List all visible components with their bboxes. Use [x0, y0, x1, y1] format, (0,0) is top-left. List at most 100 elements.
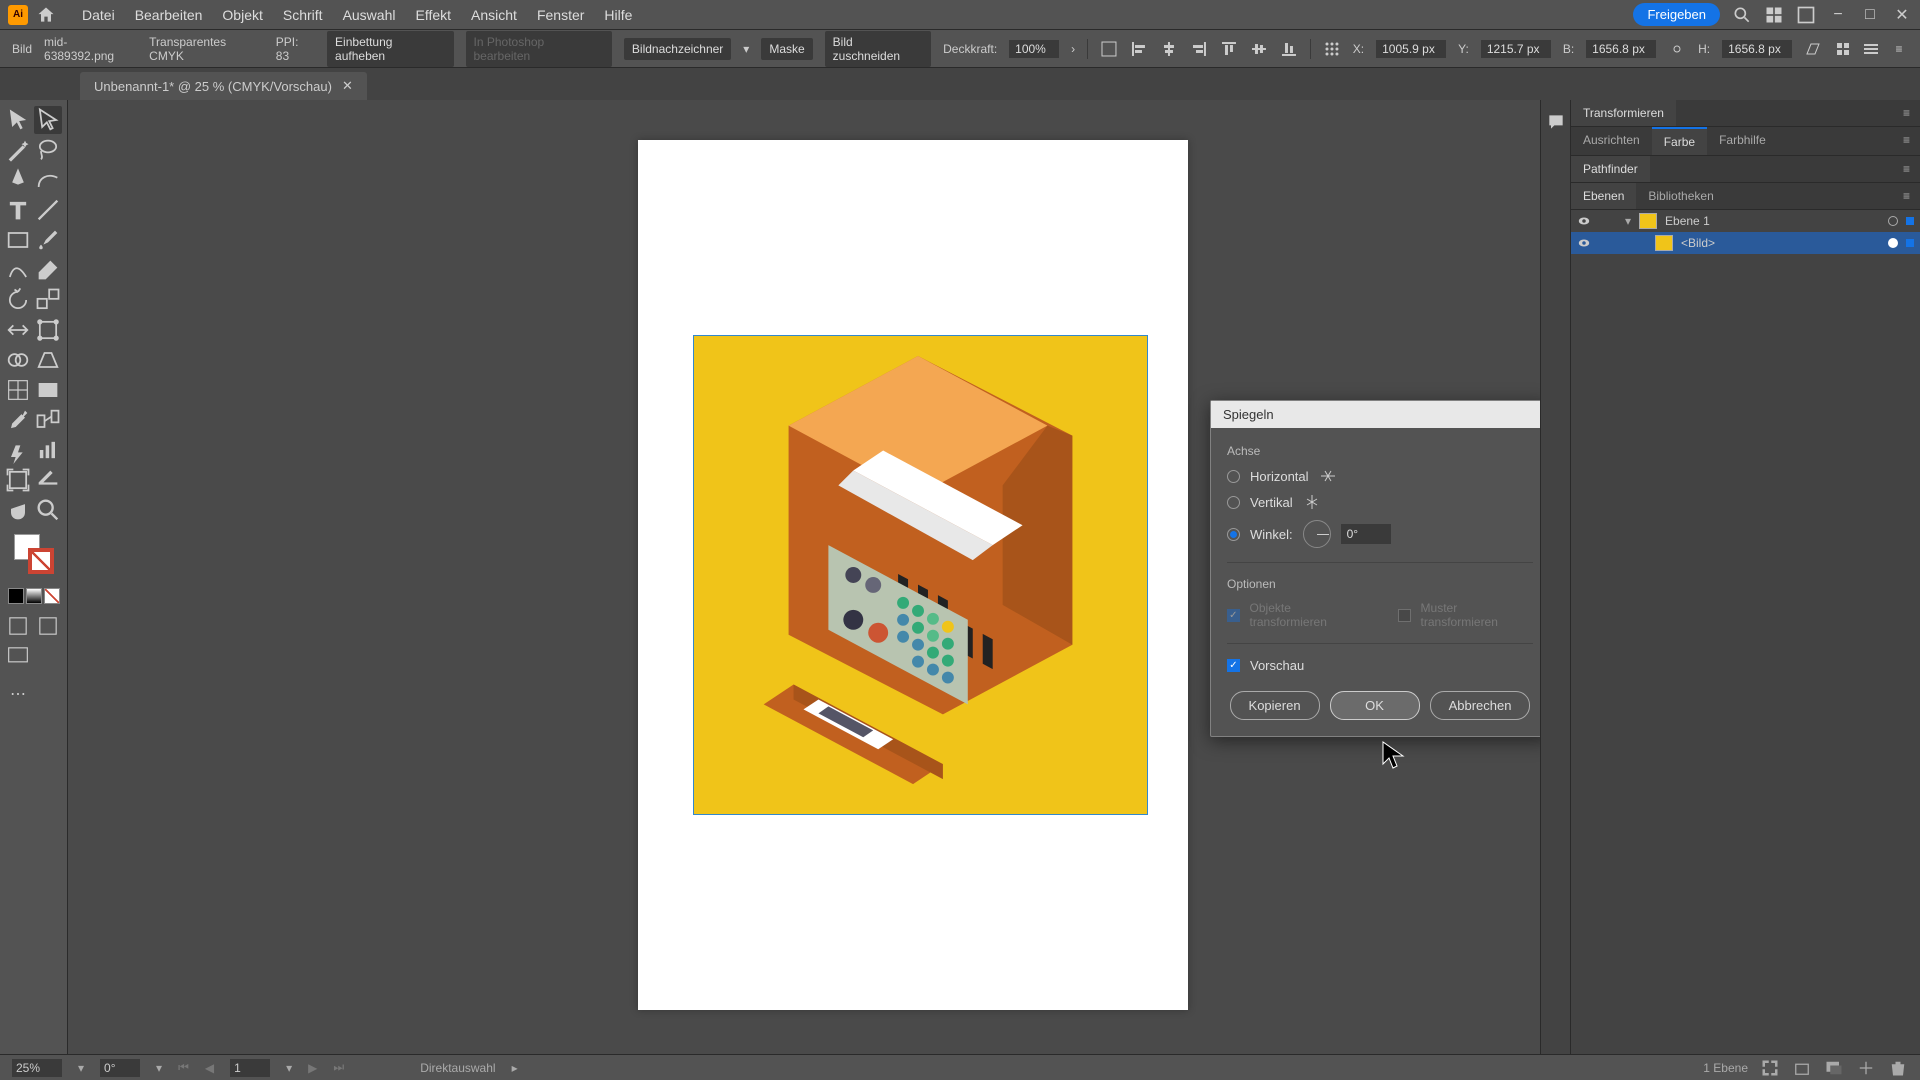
vertical-radio[interactable]: [1227, 496, 1240, 509]
align-vcenter-icon[interactable]: [1250, 40, 1268, 58]
home-icon[interactable]: [36, 5, 56, 25]
reference-point-icon[interactable]: [1323, 40, 1341, 58]
menu-effekt[interactable]: Effekt: [405, 7, 461, 23]
rotation-input[interactable]: [100, 1059, 140, 1077]
chevron-down-icon[interactable]: ▾: [743, 42, 749, 56]
layer-item-name[interactable]: <Bild>: [1681, 236, 1715, 250]
gradient-tool[interactable]: [34, 376, 62, 404]
minimize-icon[interactable]: −: [1828, 5, 1848, 25]
panel-menu-icon[interactable]: ≡: [1890, 40, 1908, 58]
y-input[interactable]: [1481, 40, 1551, 58]
unembed-button[interactable]: Einbettung aufheben: [327, 31, 453, 67]
tab-libraries[interactable]: Bibliotheken: [1636, 183, 1725, 209]
magic-wand-tool[interactable]: [4, 136, 32, 164]
menu-ansicht[interactable]: Ansicht: [461, 7, 527, 23]
draw-behind-icon[interactable]: [34, 612, 62, 640]
layer-item-row[interactable]: <Bild>: [1571, 232, 1920, 254]
panel-menu-icon[interactable]: ≡: [1893, 127, 1920, 155]
panel-menu-icon[interactable]: ≡: [1893, 156, 1920, 182]
h-input[interactable]: [1722, 40, 1792, 58]
direct-selection-tool[interactable]: [34, 106, 62, 134]
placed-image[interactable]: [693, 335, 1148, 815]
menu-auswahl[interactable]: Auswahl: [333, 7, 406, 23]
eyedropper-tool[interactable]: [4, 406, 32, 434]
artboard-chevron-icon[interactable]: ▾: [286, 1061, 292, 1075]
preview-checkbox[interactable]: [1227, 659, 1240, 672]
selection-tool[interactable]: [4, 106, 32, 134]
document-tab[interactable]: Unbenannt-1* @ 25 % (CMYK/Vorschau) ✕: [80, 72, 367, 100]
rectangle-tool[interactable]: [4, 226, 32, 254]
target-icon[interactable]: [1888, 238, 1898, 248]
blend-tool[interactable]: [34, 406, 62, 434]
visibility-icon[interactable]: [1577, 236, 1591, 250]
shaper-tool[interactable]: [4, 256, 32, 284]
type-tool[interactable]: [4, 196, 32, 224]
pen-tool[interactable]: [4, 166, 32, 194]
shear-icon[interactable]: [1804, 40, 1822, 58]
comments-panel-icon[interactable]: [1546, 112, 1566, 132]
maximize-icon[interactable]: □: [1860, 5, 1880, 25]
artboard-last-icon[interactable]: ⏭: [333, 1060, 344, 1075]
menu-objekt[interactable]: Objekt: [212, 7, 272, 23]
expand-icon[interactable]: ▾: [1625, 214, 1631, 228]
eraser-tool[interactable]: [34, 256, 62, 284]
curvature-tool[interactable]: [34, 166, 62, 194]
horizontal-radio[interactable]: [1227, 470, 1240, 483]
rotation-chevron-icon[interactable]: ▾: [156, 1061, 162, 1075]
width-tool[interactable]: [4, 316, 32, 344]
panel-menu-icon[interactable]: ≡: [1893, 100, 1920, 126]
mesh-tool[interactable]: [4, 376, 32, 404]
shape-builder-tool[interactable]: [4, 346, 32, 374]
tab-align[interactable]: Ausrichten: [1571, 127, 1652, 155]
rotate-tool[interactable]: [4, 286, 32, 314]
align-right-icon[interactable]: [1190, 40, 1208, 58]
fill-stroke-swatch[interactable]: [14, 534, 54, 574]
align-hcenter-icon[interactable]: [1160, 40, 1178, 58]
opacity-input[interactable]: [1009, 40, 1059, 58]
artboard-first-icon[interactable]: ⏮: [178, 1060, 189, 1075]
paintbrush-tool[interactable]: [34, 226, 62, 254]
scale-tool[interactable]: [34, 286, 62, 314]
menu-hilfe[interactable]: Hilfe: [594, 7, 642, 23]
mask-button[interactable]: Maske: [761, 38, 812, 60]
close-icon[interactable]: ✕: [1892, 5, 1912, 25]
image-trace-button[interactable]: Bildnachzeichner: [624, 38, 731, 60]
screen-mode-icon[interactable]: [4, 642, 32, 670]
align-left-icon[interactable]: [1130, 40, 1148, 58]
tab-color[interactable]: Farbe: [1652, 127, 1707, 155]
menu-fenster[interactable]: Fenster: [527, 7, 594, 23]
graph-tool[interactable]: [34, 436, 62, 464]
angle-radio[interactable]: [1227, 528, 1240, 541]
free-transform-tool[interactable]: [34, 316, 62, 344]
canvas[interactable]: Spiegeln Achse Horizontal Vertikal Winke…: [68, 100, 1540, 1054]
isolate-icon[interactable]: [1834, 40, 1852, 58]
artboard-tool[interactable]: [4, 466, 32, 494]
tab-layers[interactable]: Ebenen: [1571, 183, 1636, 209]
tab-close-icon[interactable]: ✕: [342, 78, 353, 94]
edit-toolbar-icon[interactable]: ⋯: [4, 680, 32, 708]
zoom-input[interactable]: [12, 1059, 62, 1077]
prefs-icon[interactable]: [1862, 40, 1880, 58]
transform-panel-icon[interactable]: [1100, 40, 1118, 58]
ok-button[interactable]: OK: [1330, 691, 1420, 720]
tab-pathfinder[interactable]: Pathfinder: [1571, 156, 1650, 182]
line-tool[interactable]: [34, 196, 62, 224]
tab-colorguide[interactable]: Farbhilfe: [1707, 127, 1778, 155]
delete-layer-icon[interactable]: [1888, 1058, 1908, 1078]
status-chevron-icon[interactable]: ▸: [512, 1061, 518, 1075]
share-button[interactable]: Freigeben: [1633, 3, 1720, 26]
locate-layer-icon[interactable]: [1760, 1058, 1780, 1078]
artboard-prev-icon[interactable]: ◀: [205, 1061, 214, 1075]
visibility-icon[interactable]: [1577, 214, 1591, 228]
new-sublayer-icon[interactable]: [1824, 1058, 1844, 1078]
menu-bearbeiten[interactable]: Bearbeiten: [125, 7, 213, 23]
draw-normal-icon[interactable]: [4, 612, 32, 640]
angle-input[interactable]: [1341, 524, 1391, 544]
align-top-icon[interactable]: [1220, 40, 1238, 58]
w-input[interactable]: [1586, 40, 1656, 58]
artboard-input[interactable]: [230, 1059, 270, 1077]
make-clipping-icon[interactable]: [1792, 1058, 1812, 1078]
menu-datei[interactable]: Datei: [72, 7, 125, 23]
angle-dial[interactable]: [1303, 520, 1331, 548]
hand-tool[interactable]: [4, 496, 32, 524]
